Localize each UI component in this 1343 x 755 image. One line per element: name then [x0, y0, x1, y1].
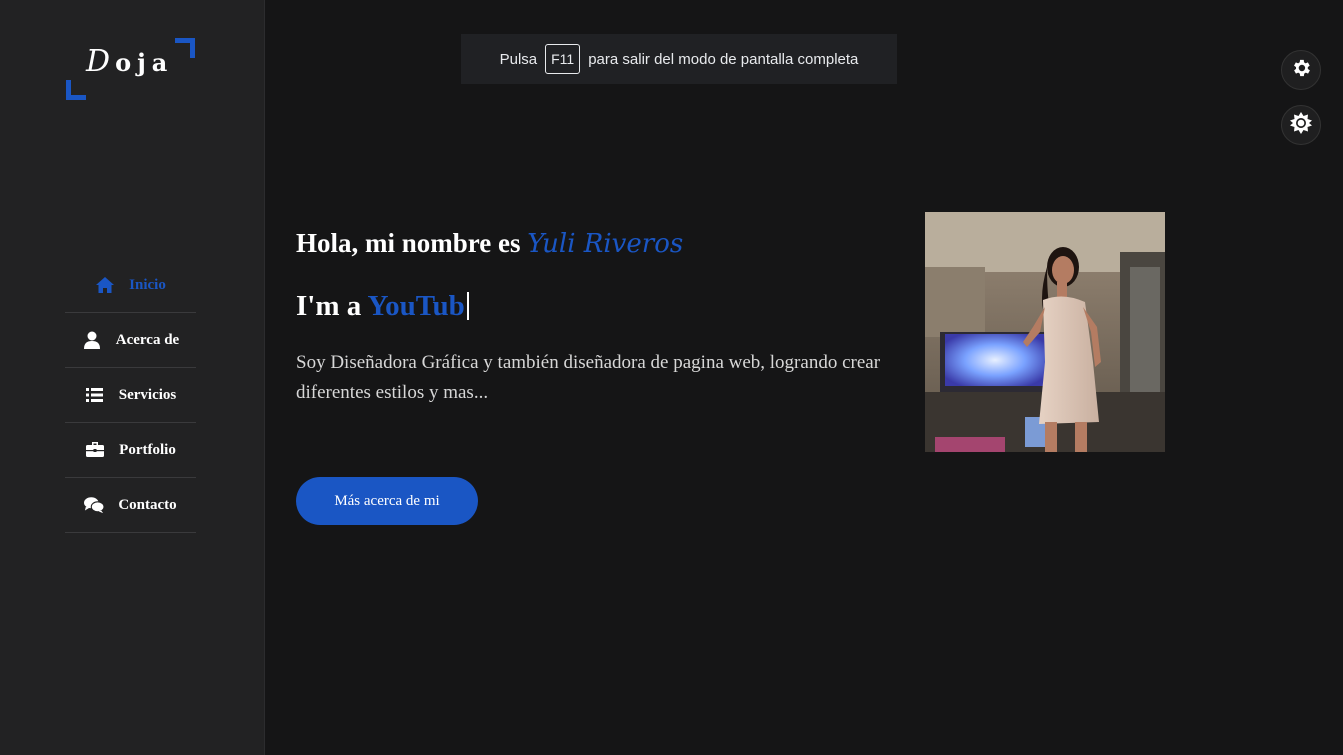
logo[interactable]: Doja	[66, 38, 195, 100]
sun-icon	[1289, 111, 1313, 140]
comments-icon	[84, 495, 105, 515]
sidebar-item-portfolio[interactable]: Portfolio	[65, 423, 196, 478]
more-about-me-button[interactable]: Más acerca de mi	[296, 477, 478, 525]
role-heading: I'm a YouTub	[296, 290, 469, 323]
greeting-heading: Hola, mi nombre es Yuli Riveros	[296, 228, 683, 259]
sidebar-item-label: Portfolio	[119, 441, 176, 458]
role-prefix: I'm a	[296, 290, 362, 322]
logo-initial: D	[86, 44, 116, 79]
settings-button[interactable]	[1281, 50, 1321, 90]
sidebar-item-servicios[interactable]: Servicios	[65, 368, 196, 423]
sidebar-item-inicio[interactable]: Inicio	[65, 258, 196, 313]
sidebar-item-label: Inicio	[129, 276, 166, 293]
briefcase-icon	[85, 440, 105, 460]
sidebar-nav: Inicio Acerca de Servicios Portfolio Con…	[65, 258, 196, 533]
gear-icon	[1290, 57, 1312, 84]
typing-cursor	[466, 292, 469, 320]
theme-toggle-button[interactable]	[1281, 105, 1321, 145]
fullscreen-notice-prefix: Pulsa	[499, 50, 538, 68]
typed-role: YouTub	[367, 290, 465, 322]
sidebar-item-label: Servicios	[118, 386, 177, 403]
fullscreen-notice: Pulsa F11 para salir del modo de pantall…	[461, 34, 897, 84]
profile-photo	[925, 212, 1165, 452]
sidebar-item-label: Contacto	[118, 496, 177, 513]
list-icon	[85, 385, 105, 405]
hero-description: Soy Diseñadora Gráfica y también diseñad…	[296, 352, 881, 403]
home-icon	[95, 275, 115, 295]
logo-corner-bottom-left	[66, 80, 86, 100]
sidebar-item-label: Acerca de	[115, 331, 180, 348]
f11-key: F11	[545, 44, 581, 74]
sidebar: Doja Inicio Acerca de Servicios Portfoli…	[0, 0, 265, 755]
user-icon	[82, 330, 102, 350]
greeting-text: Hola, mi nombre es	[296, 228, 521, 258]
logo-rest: oja	[115, 48, 174, 77]
fullscreen-notice-suffix: para salir del modo de pantalla completa	[588, 50, 859, 68]
sidebar-item-acerca[interactable]: Acerca de	[65, 313, 196, 368]
logo-corner-top-right	[175, 38, 195, 58]
sidebar-item-contacto[interactable]: Contacto	[65, 478, 196, 533]
person-name: Yuli Riveros	[527, 229, 684, 259]
logo-text: Doja	[86, 44, 173, 79]
